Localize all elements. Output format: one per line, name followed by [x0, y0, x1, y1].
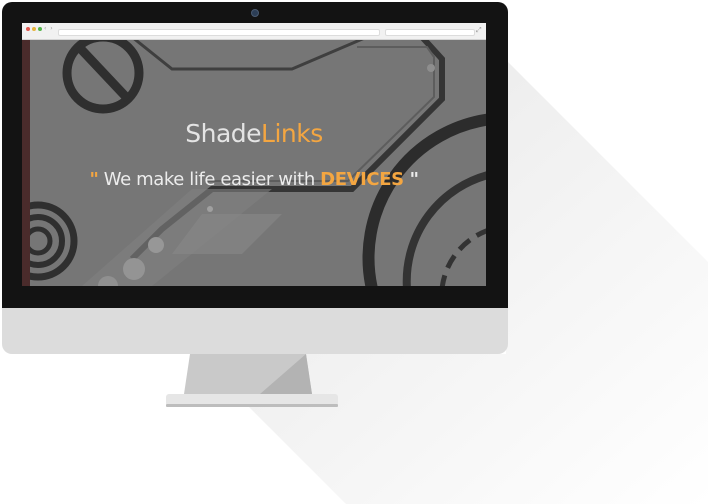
tagline-highlight: DEVICES	[320, 169, 404, 190]
webcam-icon	[251, 9, 259, 17]
fullscreen-icon[interactable]: ⤢	[476, 26, 482, 35]
back-forward-icon[interactable]: ‹ ›	[44, 25, 54, 32]
tagline-close-quote: "	[403, 169, 419, 190]
search-bar[interactable]	[385, 29, 475, 36]
address-bar[interactable]	[58, 29, 380, 36]
close-window-icon[interactable]	[26, 27, 30, 31]
left-edge-strip	[22, 39, 30, 286]
brand-title-part2: Links	[261, 119, 323, 148]
minimize-window-icon[interactable]	[32, 27, 36, 31]
hero-tagline: " We make life easier with DEVICES "	[22, 169, 486, 190]
hero-overlay	[22, 39, 486, 286]
brand-title-part1: Shade	[185, 119, 262, 148]
screen: ‹ › ⤢ ShadeLinks " We make life easier w…	[22, 23, 486, 286]
browser-toolbar: ‹ › ⤢	[22, 23, 486, 40]
brand-title: ShadeLinks	[22, 119, 486, 148]
monitor-chin	[2, 308, 508, 354]
web-page: ShadeLinks " We make life easier with DE…	[22, 39, 486, 286]
maximize-window-icon[interactable]	[38, 27, 42, 31]
tagline-text: We make life easier with	[98, 169, 321, 190]
